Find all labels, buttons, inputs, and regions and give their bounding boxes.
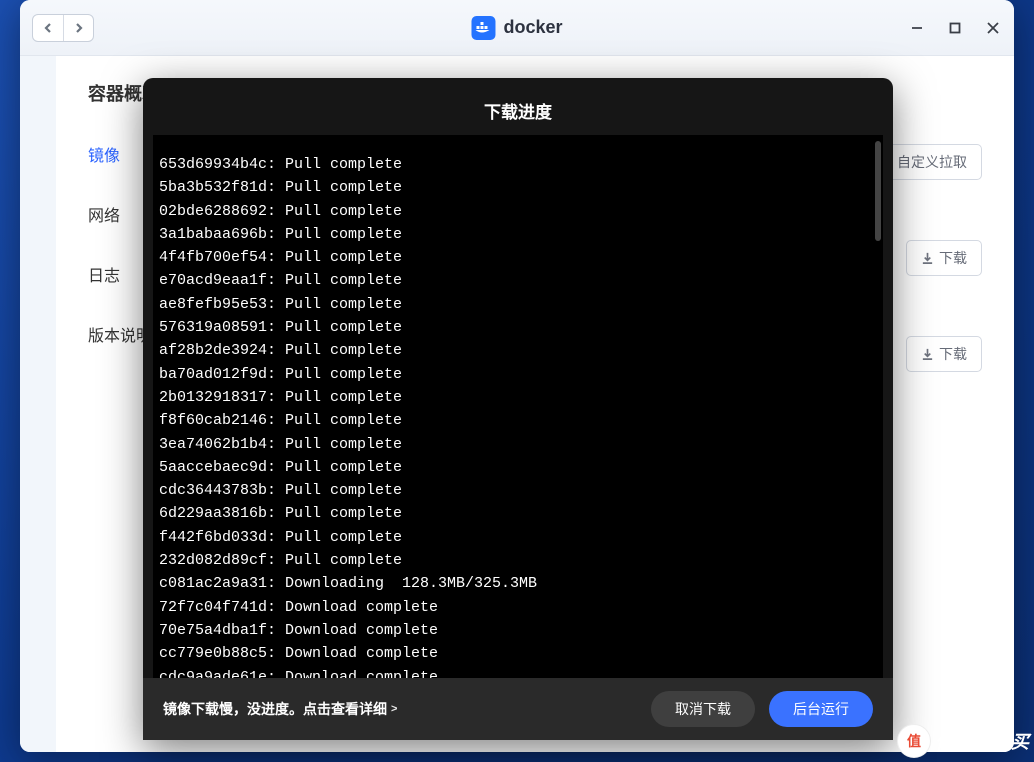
run-background-button[interactable]: 后台运行 bbox=[769, 691, 873, 727]
download-label: 下载 bbox=[939, 248, 967, 268]
custom-pull-button[interactable]: 自定义拉取 bbox=[882, 144, 982, 180]
watermark-badge: 值 bbox=[897, 724, 931, 758]
titlebar: docker bbox=[20, 0, 1014, 56]
chevron-right-icon: > bbox=[391, 703, 397, 715]
footer-hint-text: 镜像下载慢，没进度。点击查看详细 bbox=[163, 699, 387, 719]
close-button[interactable] bbox=[982, 17, 1004, 39]
scrollbar[interactable] bbox=[873, 135, 883, 678]
footer-hint-link[interactable]: 镜像下载慢，没进度。点击查看详细 > bbox=[163, 699, 637, 719]
left-rail bbox=[20, 56, 56, 752]
maximize-button[interactable] bbox=[944, 17, 966, 39]
custom-pull-label: 自定义拉取 bbox=[897, 152, 967, 172]
chevron-right-icon bbox=[74, 23, 84, 33]
download-icon bbox=[921, 252, 934, 265]
terminal-output[interactable]: 653d69934b4c: Pull complete 5ba3b532f81d… bbox=[153, 135, 883, 678]
download-progress-modal: 下载进度 653d69934b4c: Pull complete 5ba3b53… bbox=[143, 78, 893, 740]
download-button-2[interactable]: 下载 bbox=[906, 336, 982, 372]
watermark-text: 什么值得买 bbox=[935, 728, 1030, 754]
chevron-left-icon bbox=[43, 23, 53, 33]
docker-icon bbox=[471, 16, 495, 40]
forward-button[interactable] bbox=[63, 15, 93, 41]
window-title: docker bbox=[503, 17, 562, 38]
terminal-lines: 653d69934b4c: Pull complete 5ba3b532f81d… bbox=[159, 153, 879, 678]
right-actions: 自定义拉取 下载 下载 bbox=[882, 144, 982, 372]
modal-title: 下载进度 bbox=[143, 78, 893, 135]
download-label: 下载 bbox=[939, 344, 967, 364]
minimize-button[interactable] bbox=[906, 17, 928, 39]
cancel-download-button[interactable]: 取消下载 bbox=[651, 691, 755, 727]
modal-footer: 镜像下载慢，没进度。点击查看详细 > 取消下载 后台运行 bbox=[143, 678, 893, 740]
window-title-group: docker bbox=[471, 16, 562, 40]
nav-group bbox=[32, 14, 94, 42]
whale-icon bbox=[475, 22, 491, 34]
back-button[interactable] bbox=[33, 15, 63, 41]
watermark: 值 什么值得买 bbox=[897, 724, 1030, 758]
download-button-1[interactable]: 下载 bbox=[906, 240, 982, 276]
download-icon bbox=[921, 348, 934, 361]
window-controls bbox=[906, 17, 1004, 39]
scrollbar-thumb[interactable] bbox=[875, 141, 881, 241]
